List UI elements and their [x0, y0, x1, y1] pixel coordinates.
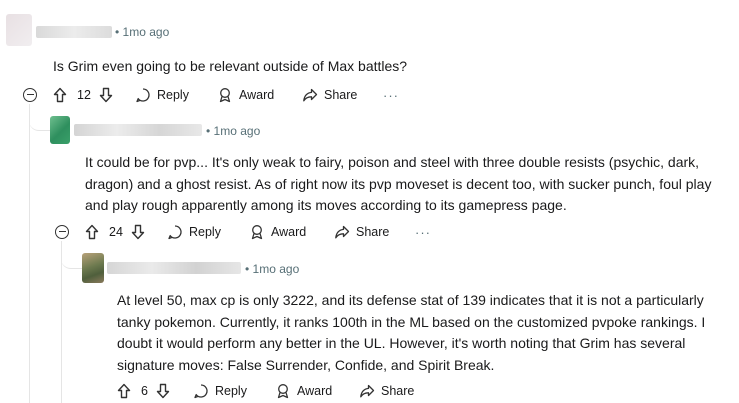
avatar[interactable] — [82, 253, 104, 283]
award-button[interactable]: Award — [249, 222, 306, 242]
comment-timestamp: • 1mo ago — [115, 25, 170, 39]
reply-button[interactable]: Reply — [135, 85, 189, 105]
avatar[interactable] — [50, 116, 70, 144]
award-label: Award — [271, 225, 307, 239]
downvote-icon — [99, 87, 113, 103]
share-button[interactable]: Share — [359, 381, 414, 401]
reply-icon — [194, 384, 208, 399]
avatar[interactable] — [6, 14, 32, 46]
share-icon — [335, 225, 350, 239]
username-redacted[interactable] — [74, 124, 202, 136]
vote-count: 24 — [109, 225, 123, 239]
share-label: Share — [356, 225, 390, 239]
award-icon — [219, 88, 231, 103]
downvote-button[interactable] — [99, 85, 113, 105]
award-button[interactable]: Award — [217, 85, 274, 105]
award-label: Award — [239, 88, 275, 102]
reply-button[interactable]: Reply — [193, 381, 247, 401]
downvote-icon — [131, 224, 145, 240]
username-redacted[interactable] — [36, 26, 112, 38]
reply-icon — [136, 88, 150, 103]
upvote-icon — [53, 87, 67, 103]
comment-action-bar: 12 Reply Award Share ··· — [20, 85, 420, 105]
reply-button[interactable]: Reply — [167, 222, 221, 242]
thread-elbow-1 — [29, 104, 51, 131]
comment-action-bar: 24 Reply Award Share ··· — [52, 222, 452, 242]
username-redacted[interactable] — [107, 262, 241, 274]
reply-icon — [168, 225, 182, 240]
share-button[interactable]: Share — [302, 85, 357, 105]
reply-label: Reply — [189, 225, 221, 239]
upvote-icon — [85, 224, 99, 240]
upvote-icon — [117, 383, 131, 399]
downvote-button[interactable] — [156, 381, 170, 401]
share-label: Share — [324, 88, 358, 102]
collapse-icon[interactable] — [23, 88, 37, 102]
upvote-button[interactable] — [85, 222, 99, 242]
collapse-icon[interactable] — [55, 225, 69, 239]
award-label: Award — [297, 384, 333, 398]
vote-count: 6 — [141, 384, 148, 398]
more-icon[interactable]: ··· — [383, 85, 399, 105]
downvote-button[interactable] — [131, 222, 145, 242]
thread-elbow-2 — [61, 242, 83, 269]
comment-body: At level 50, max cp is only 3222, and it… — [117, 292, 706, 373]
comment-timestamp: • 1mo ago — [206, 124, 261, 138]
downvote-icon — [156, 383, 170, 399]
share-button[interactable]: Share — [334, 222, 389, 242]
share-icon — [303, 88, 318, 102]
thread-line-1[interactable] — [29, 104, 30, 403]
reply-label: Reply — [215, 384, 247, 398]
upvote-button[interactable] — [53, 85, 67, 105]
award-button[interactable]: Award — [275, 381, 332, 401]
comment-action-bar: 6 Reply Award Share — [84, 381, 484, 401]
vote-count: 12 — [77, 88, 91, 102]
reply-label: Reply — [157, 88, 189, 102]
thread-line-2[interactable] — [61, 241, 62, 403]
comment-body: Is Grim even going to be relevant outsid… — [53, 58, 408, 74]
share-label: Share — [381, 384, 415, 398]
comment-body: It could be for pvp... It's only weak to… — [85, 154, 712, 213]
upvote-button[interactable] — [117, 381, 131, 401]
more-icon[interactable]: ··· — [415, 222, 431, 242]
share-icon — [360, 384, 375, 398]
award-icon — [251, 225, 263, 240]
comment-timestamp: • 1mo ago — [245, 262, 300, 276]
award-icon — [277, 384, 289, 399]
